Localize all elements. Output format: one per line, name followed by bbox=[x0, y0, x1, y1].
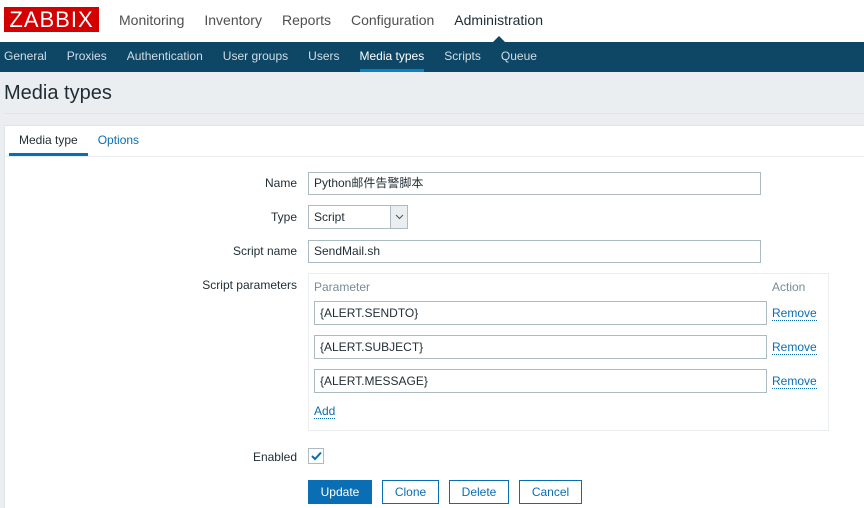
script-name-label: Script name bbox=[232, 244, 297, 258]
script-parameters-label: Script parameters bbox=[202, 278, 297, 292]
clone-button[interactable]: Clone bbox=[382, 480, 439, 504]
script-name-input[interactable]: SendMail.sh bbox=[308, 240, 761, 263]
parameter-input[interactable]: {ALERT.MESSAGE} bbox=[314, 369, 767, 393]
name-input[interactable]: Python邮件告警脚本 bbox=[308, 172, 761, 195]
submenu-general[interactable]: General bbox=[4, 42, 47, 72]
parameter-input[interactable]: {ALERT.SUBJECT} bbox=[314, 335, 767, 359]
menu-administration[interactable]: Administration bbox=[454, 0, 543, 43]
chevron-down-icon[interactable] bbox=[390, 206, 407, 228]
checkmark-icon bbox=[311, 451, 322, 461]
menu-reports[interactable]: Reports bbox=[282, 0, 331, 42]
submenu-users[interactable]: Users bbox=[308, 42, 339, 72]
name-label: Name bbox=[264, 176, 297, 190]
type-label: Type bbox=[270, 210, 297, 224]
parameter-column-header: Parameter bbox=[314, 280, 371, 294]
script-parameters-table: Parameter Action {ALERT.SENDTO} Remove {… bbox=[308, 273, 829, 431]
submenu-queue[interactable]: Queue bbox=[501, 42, 537, 72]
submenu-media-types[interactable]: Media types bbox=[359, 42, 424, 72]
type-select[interactable]: Script bbox=[308, 205, 408, 229]
sub-menu: General Proxies Authentication User grou… bbox=[0, 42, 864, 72]
menu-inventory[interactable]: Inventory bbox=[204, 0, 262, 42]
main-menu: Monitoring Inventory Reports Configurati… bbox=[119, 0, 563, 43]
menu-configuration[interactable]: Configuration bbox=[351, 0, 434, 42]
zabbix-logo[interactable]: ZABBIX bbox=[4, 7, 99, 32]
type-select-value: Script bbox=[314, 210, 345, 224]
tab-options[interactable]: Options bbox=[88, 126, 149, 156]
action-column-header: Action bbox=[772, 280, 806, 294]
add-parameter-link[interactable]: Add bbox=[314, 404, 336, 419]
submenu-scripts[interactable]: Scripts bbox=[444, 42, 481, 72]
delete-button[interactable]: Delete bbox=[449, 480, 509, 504]
top-header: ZABBIX Monitoring Inventory Reports Conf… bbox=[0, 0, 864, 43]
tab-media-type[interactable]: Media type bbox=[9, 126, 88, 156]
tab-divider bbox=[5, 156, 864, 157]
form-panel: Media type Options Name Python邮件告警脚本 Typ… bbox=[4, 125, 864, 508]
parameter-input[interactable]: {ALERT.SENDTO} bbox=[314, 301, 767, 325]
title-divider bbox=[4, 113, 864, 114]
submenu-authentication[interactable]: Authentication bbox=[127, 42, 203, 72]
remove-link[interactable]: Remove bbox=[772, 374, 817, 389]
submenu-proxies[interactable]: Proxies bbox=[67, 42, 107, 72]
tab-bar: Media type Options bbox=[9, 126, 149, 156]
menu-monitoring[interactable]: Monitoring bbox=[119, 0, 184, 42]
update-button[interactable]: Update bbox=[308, 480, 372, 504]
remove-link[interactable]: Remove bbox=[772, 340, 817, 355]
enabled-checkbox[interactable] bbox=[308, 448, 324, 464]
cancel-button[interactable]: Cancel bbox=[519, 480, 582, 504]
remove-link[interactable]: Remove bbox=[772, 306, 817, 321]
enabled-label: Enabled bbox=[252, 450, 297, 464]
page-title: Media types bbox=[4, 82, 112, 104]
submenu-user-groups[interactable]: User groups bbox=[223, 42, 288, 72]
